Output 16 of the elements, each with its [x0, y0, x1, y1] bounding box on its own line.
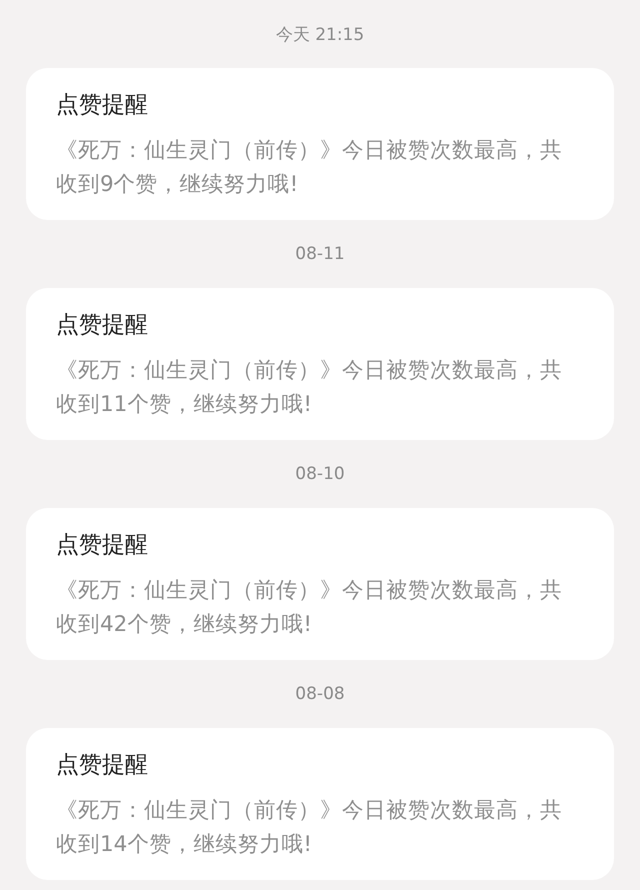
- timestamp: 08-08: [295, 683, 345, 706]
- notification-message: 《死万：仙生灵门（前传）》今日被赞次数最高，共收到9个赞，继续努力哦!: [56, 137, 563, 199]
- notification-title: 点赞提醒: [56, 531, 149, 560]
- notification-card[interactable]: 点赞提醒 《死万：仙生灵门（前传）》今日被赞次数最高，共收到42个赞，继续努力哦!: [26, 508, 614, 660]
- timestamp: 今天 21:15: [276, 24, 364, 46]
- notification-card[interactable]: 点赞提醒 《死万：仙生灵门（前传）》今日被赞次数最高，共收到14个赞，继续努力哦!: [26, 728, 614, 880]
- notification-card[interactable]: 点赞提醒 《死万：仙生灵门（前传）》今日被赞次数最高，共收到11个赞，继续努力哦!: [26, 288, 614, 440]
- notification-title: 点赞提醒: [56, 311, 149, 340]
- timestamp: 08-11: [295, 243, 345, 266]
- notification-message: 《死万：仙生灵门（前传）》今日被赞次数最高，共收到11个赞，继续努力哦!: [56, 357, 563, 419]
- notification-title: 点赞提醒: [56, 91, 149, 120]
- notification-title: 点赞提醒: [56, 751, 149, 780]
- notification-message: 《死万：仙生灵门（前传）》今日被赞次数最高，共收到14个赞，继续努力哦!: [56, 797, 563, 859]
- notification-message: 《死万：仙生灵门（前传）》今日被赞次数最高，共收到42个赞，继续努力哦!: [56, 577, 563, 639]
- timestamp: 08-10: [295, 463, 345, 486]
- notification-card[interactable]: 点赞提醒 《死万：仙生灵门（前传）》今日被赞次数最高，共收到9个赞，继续努力哦!: [26, 68, 614, 220]
